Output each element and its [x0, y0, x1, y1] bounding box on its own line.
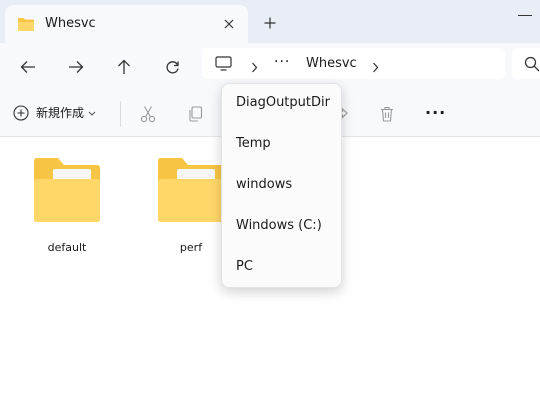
tab-title: Whesvc — [45, 16, 96, 31]
chevron-right-icon[interactable] — [251, 58, 258, 77]
search-box[interactable] — [512, 48, 540, 79]
new-button-label: 新規作成 — [36, 106, 85, 120]
folder-icon — [156, 155, 226, 229]
back-button[interactable] — [13, 52, 43, 82]
arrow-right-icon — [69, 61, 84, 73]
address-bar[interactable]: ··· Whesvc — [202, 48, 505, 79]
breadcrumb-overflow-menu: DiagOutputDir Temp windows Windows (C:) … — [221, 83, 342, 288]
copy-icon[interactable] — [182, 101, 208, 127]
title-bar: Whesvc — [0, 0, 540, 43]
menu-item-pc[interactable]: PC — [222, 249, 341, 285]
new-tab-button[interactable] — [260, 13, 280, 33]
up-button[interactable] — [109, 52, 139, 82]
delete-icon[interactable] — [374, 101, 400, 127]
folder-label: default — [47, 241, 87, 254]
forward-button[interactable] — [61, 52, 91, 82]
cut-icon[interactable] — [135, 101, 161, 127]
pc-icon[interactable] — [215, 56, 232, 75]
tab-whesvc[interactable]: Whesvc — [5, 5, 248, 43]
arrow-up-icon — [118, 59, 130, 74]
folder-icon — [17, 17, 35, 36]
arrow-left-icon — [20, 61, 35, 73]
menu-item-diagoutputdir[interactable]: DiagOutputDir — [222, 85, 341, 121]
breadcrumb-overflow-button[interactable]: ··· — [274, 53, 290, 71]
close-icon[interactable] — [219, 14, 239, 34]
chevron-right-icon[interactable] — [372, 58, 379, 77]
refresh-icon — [166, 60, 179, 73]
breadcrumb-whesvc[interactable]: Whesvc — [306, 56, 357, 72]
chevron-down-icon — [88, 111, 96, 116]
plus-circle-icon — [13, 105, 29, 121]
more-options-button[interactable]: ··· — [425, 105, 446, 121]
minimize-button[interactable] — [518, 15, 532, 16]
refresh-button[interactable] — [157, 52, 187, 82]
toolbar-divider — [120, 101, 121, 127]
menu-item-windows[interactable]: windows — [222, 167, 341, 203]
menu-item-temp[interactable]: Temp — [222, 126, 341, 162]
menu-item-windows-c[interactable]: Windows (C:) — [222, 208, 341, 244]
folder-item-default[interactable]: default — [19, 137, 115, 254]
new-button[interactable]: 新規作成 — [13, 100, 96, 126]
folder-icon — [32, 155, 102, 229]
search-icon — [524, 56, 540, 76]
